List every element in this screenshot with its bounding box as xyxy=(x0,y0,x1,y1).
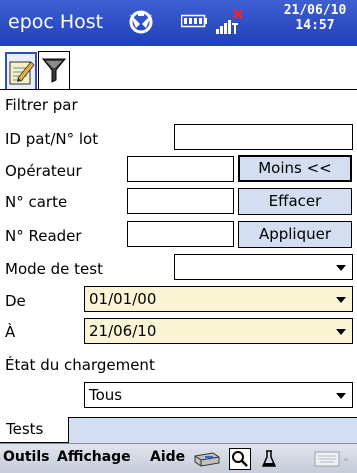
card-reader-icon[interactable] xyxy=(193,448,221,470)
flask-icon[interactable] xyxy=(258,448,280,470)
search-button[interactable] xyxy=(229,448,251,470)
battery-icon[interactable] xyxy=(181,14,207,28)
funnel-filter-icon xyxy=(41,58,67,83)
less-button[interactable]: Moins << xyxy=(238,155,352,182)
signal-no-connection-icon[interactable] xyxy=(216,9,244,35)
date-text: 21/06/10 xyxy=(283,3,347,18)
tab-strip xyxy=(0,46,357,90)
upload-status-label: État du chargement xyxy=(5,356,155,374)
dropdown-arrow-icon xyxy=(336,297,346,303)
menu-tools[interactable]: Outils xyxy=(3,449,50,465)
apply-button[interactable]: Appliquer xyxy=(238,221,352,248)
test-mode-label: Mode de test xyxy=(5,260,103,278)
reader-number-label: N° Reader xyxy=(5,227,82,245)
upload-status-dropdown[interactable]: Tous xyxy=(84,382,353,408)
from-date-label: De xyxy=(5,292,26,310)
to-date-label: À xyxy=(5,323,16,341)
dropdown-arrow-icon xyxy=(336,329,346,335)
from-date-dropdown[interactable]: 01/01/00 xyxy=(84,286,353,312)
menu-view[interactable]: Affichage xyxy=(57,449,131,465)
patient-id-input[interactable] xyxy=(174,124,353,150)
tests-bar xyxy=(68,417,357,443)
upload-status-value: Tous xyxy=(89,386,123,404)
dropdown-arrow-icon xyxy=(336,393,346,399)
tab-test-results[interactable] xyxy=(5,52,37,89)
filter-by-heading: Filtrer par xyxy=(5,96,78,114)
card-number-label: N° carte xyxy=(5,193,68,211)
from-date-value: 01/01/00 xyxy=(89,290,157,308)
menu-bar: Outils Affichage Aide xyxy=(0,443,357,473)
clear-button[interactable]: Effacer xyxy=(238,188,352,215)
operator-label: Opérateur xyxy=(5,162,82,180)
notepad-pencil-icon xyxy=(9,61,35,85)
reader-number-input[interactable] xyxy=(127,221,234,247)
test-mode-dropdown[interactable] xyxy=(174,254,353,280)
tab-filter[interactable] xyxy=(38,51,70,90)
keyboard-icon[interactable] xyxy=(313,448,351,470)
operator-input[interactable] xyxy=(127,156,234,182)
card-number-input[interactable] xyxy=(127,188,234,214)
tab-baseline xyxy=(0,89,357,90)
app-title: epoc Host xyxy=(8,11,104,33)
title-bar: epoc Host 21/06/10 14:57 xyxy=(0,0,357,46)
menu-help[interactable]: Aide xyxy=(150,449,185,465)
time-text: 14:57 xyxy=(295,18,335,33)
tests-tab[interactable]: Tests xyxy=(6,420,43,438)
clock[interactable]: 21/06/10 14:57 xyxy=(275,3,355,33)
tests-section: Tests xyxy=(0,417,357,443)
activesync-icon[interactable] xyxy=(126,8,156,36)
dropdown-arrow-icon xyxy=(336,265,346,271)
magnifier-icon xyxy=(232,451,248,467)
patient-id-label: ID pat/N° lot xyxy=(5,130,99,148)
to-date-dropdown[interactable]: 21/06/10 xyxy=(84,318,353,344)
to-date-value: 21/06/10 xyxy=(89,322,157,340)
